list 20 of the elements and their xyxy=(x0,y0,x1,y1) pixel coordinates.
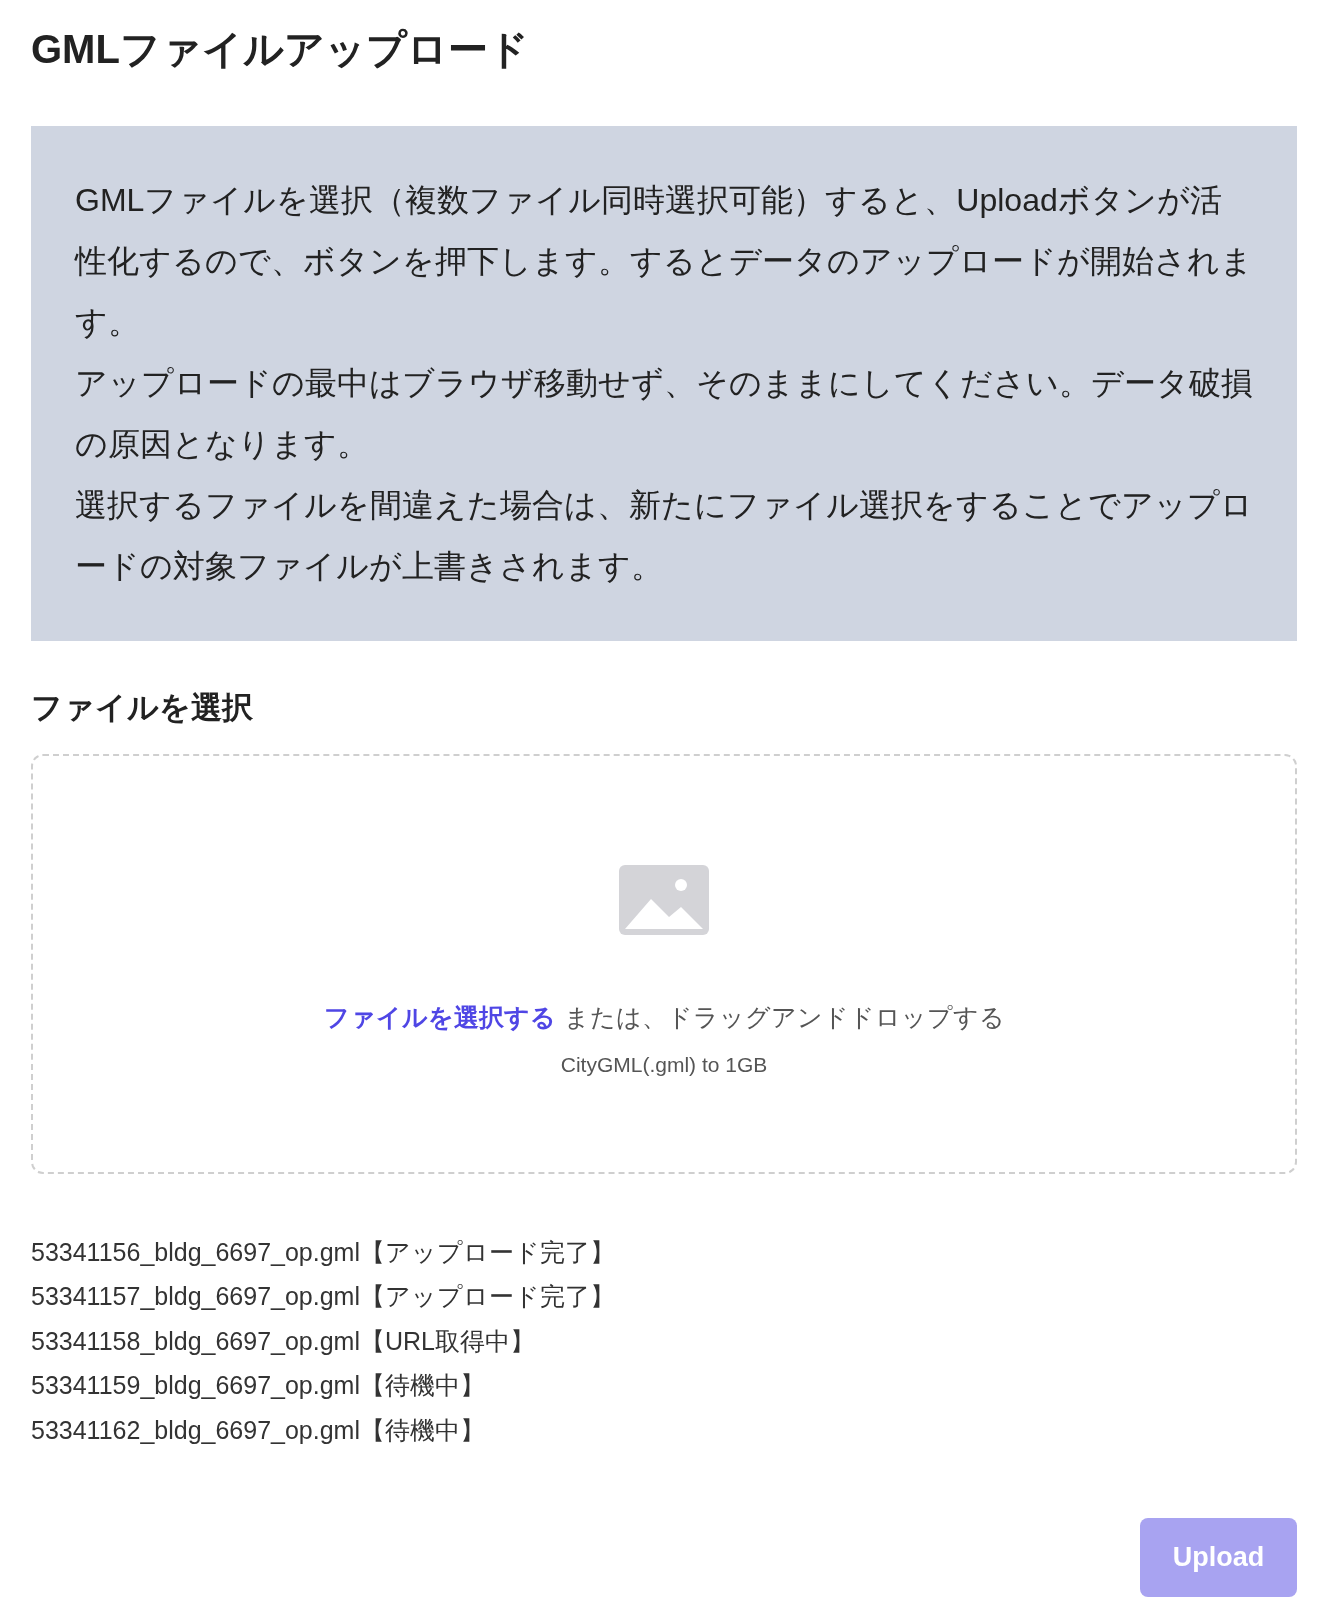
notice-text: 選択するファイルを間違えた場合は、新たにファイル選択をすることでアップロードの対象ファイルが上書きされます。 xyxy=(75,486,1253,586)
page-title: GMLファイルアップロード xyxy=(31,26,529,73)
upload-status: 【待機中】 xyxy=(360,1414,485,1446)
upload-status: 【アップロード完了】 xyxy=(360,1236,615,1268)
drop-instruction: または、ドラッグアンドドロップする xyxy=(563,1002,1005,1033)
upload-status: 【URL取得中】 xyxy=(360,1325,536,1357)
notice-text: GMLファイルを選択（複数ファイル同時選択可能）すると、Uploadボタンが活性化するので、ボタンを押下します。するとデータのアップロードが開始されます。 xyxy=(75,181,1253,342)
file-name: 53341162_bldg_6697_op.gml xyxy=(31,1414,360,1446)
file-name: 53341156_bldg_6697_op.gml xyxy=(31,1236,360,1268)
file-select-link[interactable]: ファイルを選択する xyxy=(323,999,556,1037)
image-icon xyxy=(617,863,711,937)
file-name: 53341157_bldg_6697_op.gml xyxy=(31,1281,360,1312)
file-name: 53341158_bldg_6697_op.gml xyxy=(31,1325,360,1357)
section-heading: ファイルを選択 xyxy=(31,689,253,727)
drop-zone[interactable]: ファイルを選択する または、ドラッグアンドドロップする CityGML(.gml) to 1GB xyxy=(31,753,1297,1174)
file-name: 53341159_bldg_6697_op.gml xyxy=(31,1370,360,1401)
upload-status: 【待機中】 xyxy=(360,1370,485,1401)
upload-status: 【アップロード完了】 xyxy=(360,1281,615,1312)
file-hint: CityGML(.gml) to 1GB xyxy=(560,1051,768,1078)
notice-text: アップロードの最中はブラウザ移動せず、そのままにしてください。データ破損の原因となります。 xyxy=(75,364,1253,464)
